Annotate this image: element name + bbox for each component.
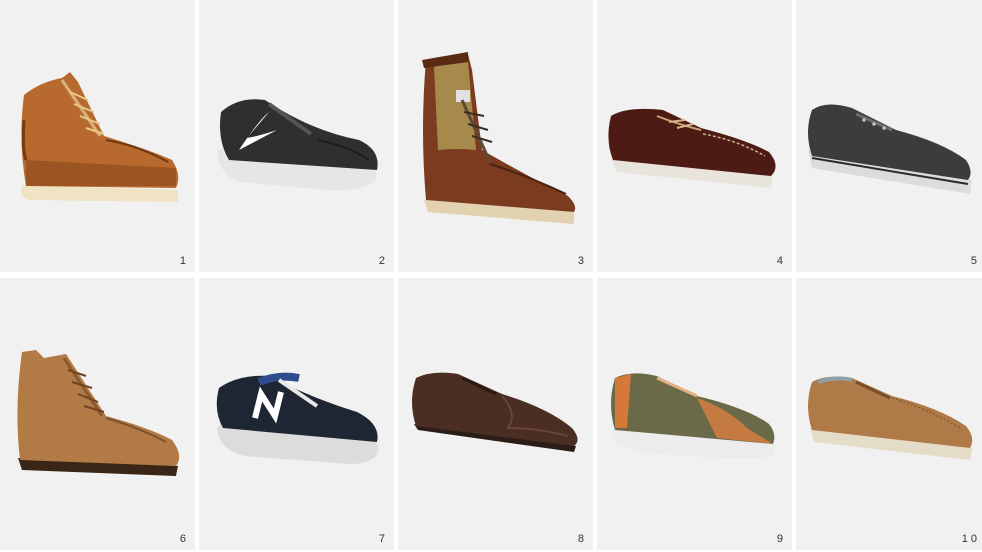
shoe-4-image [608,108,776,188]
tile-number: 5 [970,255,980,267]
shoe-tile-10[interactable]: 10 [796,278,982,550]
tile-number: 8 [577,533,587,545]
tile-number: 10 [961,533,980,545]
shoe-8-image [412,372,578,452]
shoe-tile-6[interactable]: 6 [0,278,195,550]
tile-number: 9 [776,533,786,545]
shoe-6-image [17,350,180,476]
tile-number: 3 [577,255,587,267]
shoe-3-image [422,52,576,224]
shoe-10-image [808,376,973,460]
shoe-9-image [611,373,775,459]
shoe-2-image [217,99,378,191]
shoe-tile-9[interactable]: 9 [597,278,792,550]
tile-number: 2 [378,255,388,267]
shoe-5-image [808,104,972,194]
shoe-tile-8[interactable]: 8 [398,278,593,550]
shoe-1-image [21,72,179,202]
shoe-tile-3[interactable]: 3 [398,0,593,272]
tile-number: 1 [179,255,189,267]
shoe-tile-2[interactable]: 2 [199,0,394,272]
tile-number: 4 [776,255,786,267]
shoe-tile-5[interactable]: 5 [796,0,982,272]
shoe-7-image [216,372,379,464]
shoe-tile-7[interactable]: 7 [199,278,394,550]
tile-number: 7 [378,533,388,545]
shoe-tile-4[interactable]: 4 [597,0,792,272]
shoe-grid: 1 2 3 4 5 6 7 8 9 10 [0,0,982,552]
tile-number: 6 [179,533,189,545]
shoe-tile-1[interactable]: 1 [0,0,195,272]
